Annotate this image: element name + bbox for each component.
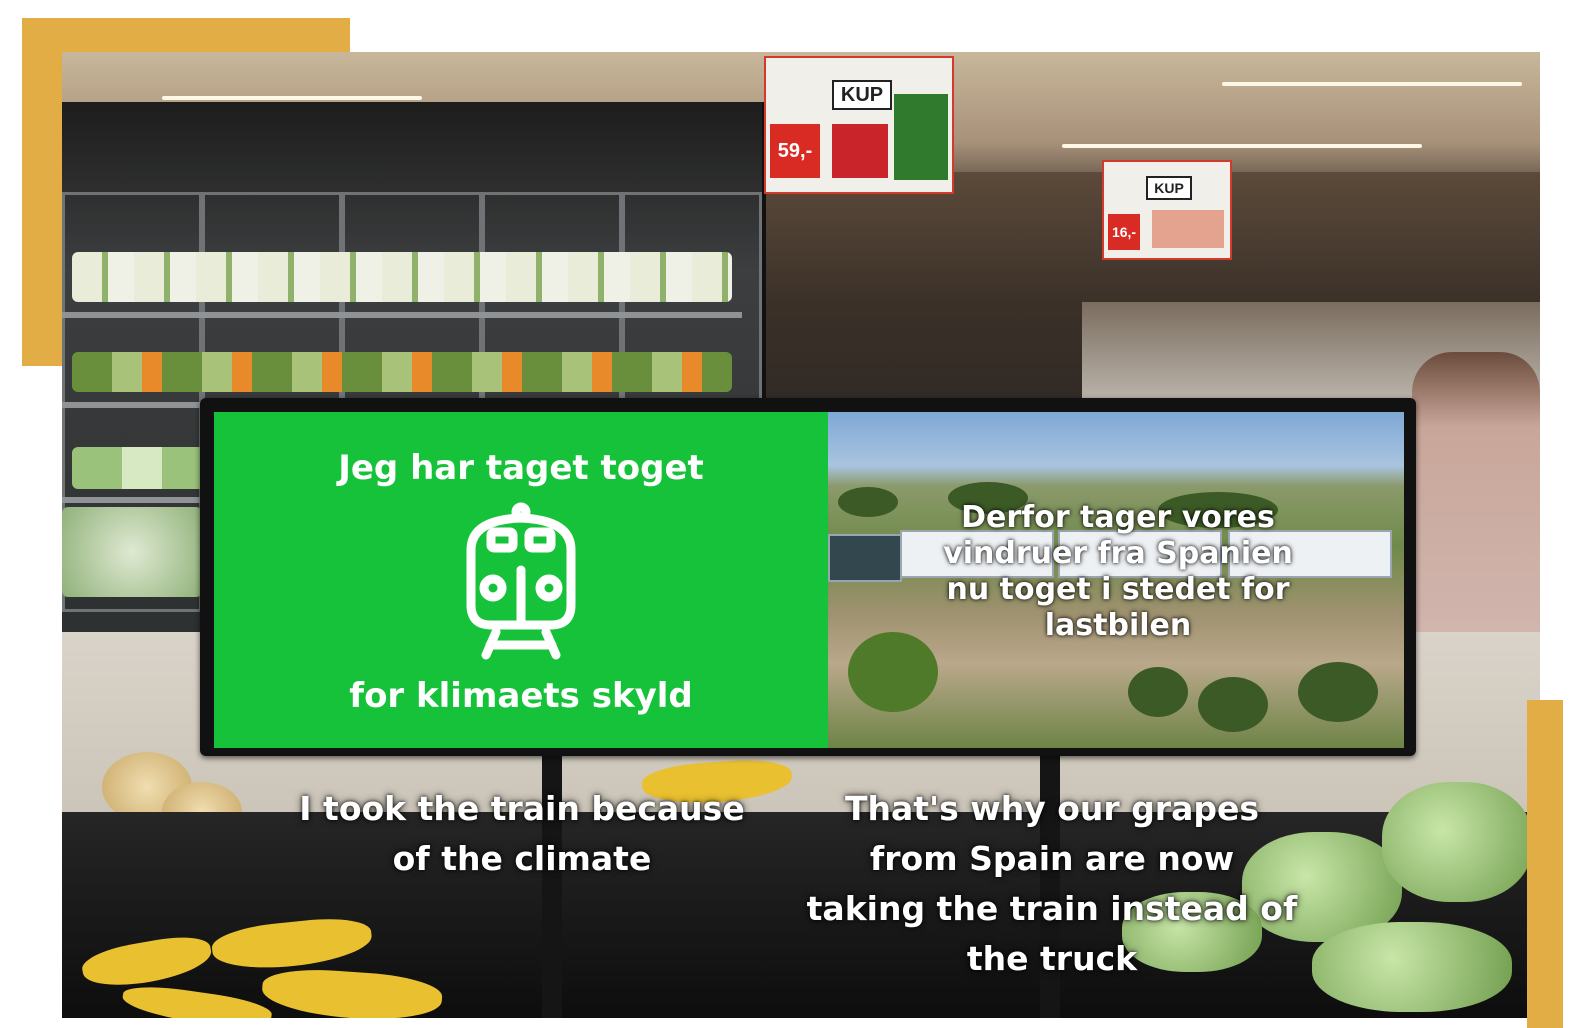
kup-sign-small: KUP 16,- — [1102, 160, 1232, 260]
accent-bar-right — [1527, 700, 1563, 1028]
kup-label-small: KUP — [1146, 176, 1192, 200]
screen-left-panel: Jeg har taget toget for klimaets skyld — [214, 412, 828, 748]
accent-bar-left — [22, 18, 64, 366]
screen-overlay-text: Derfor tager vores vindruer fra Spanien … — [943, 500, 1293, 643]
screen-subheading: for klimaets skyld — [349, 676, 693, 716]
digital-signage-screen: Jeg har taget toget for klimaets skyld D… — [200, 398, 1416, 756]
price-tag: 59,- — [770, 124, 820, 178]
price-tag-small: 16,- — [1108, 214, 1140, 250]
caption-left: I took the train because of the climate — [299, 789, 745, 878]
kup-sign-large: KUP 59,- — [764, 56, 954, 194]
screen-heading: Jeg har taget toget — [338, 448, 704, 488]
kup-label: KUP — [832, 80, 892, 110]
supermarket-photo: KUP 59,- KUP 16,- Jeg har taget toget fo… — [62, 52, 1540, 1018]
screen-right-panel: Derfor tager vores vindruer fra Spanien … — [828, 412, 1404, 748]
train-front-icon — [466, 502, 576, 660]
caption-right: That's why our grapes from Spain are now… — [806, 789, 1298, 978]
